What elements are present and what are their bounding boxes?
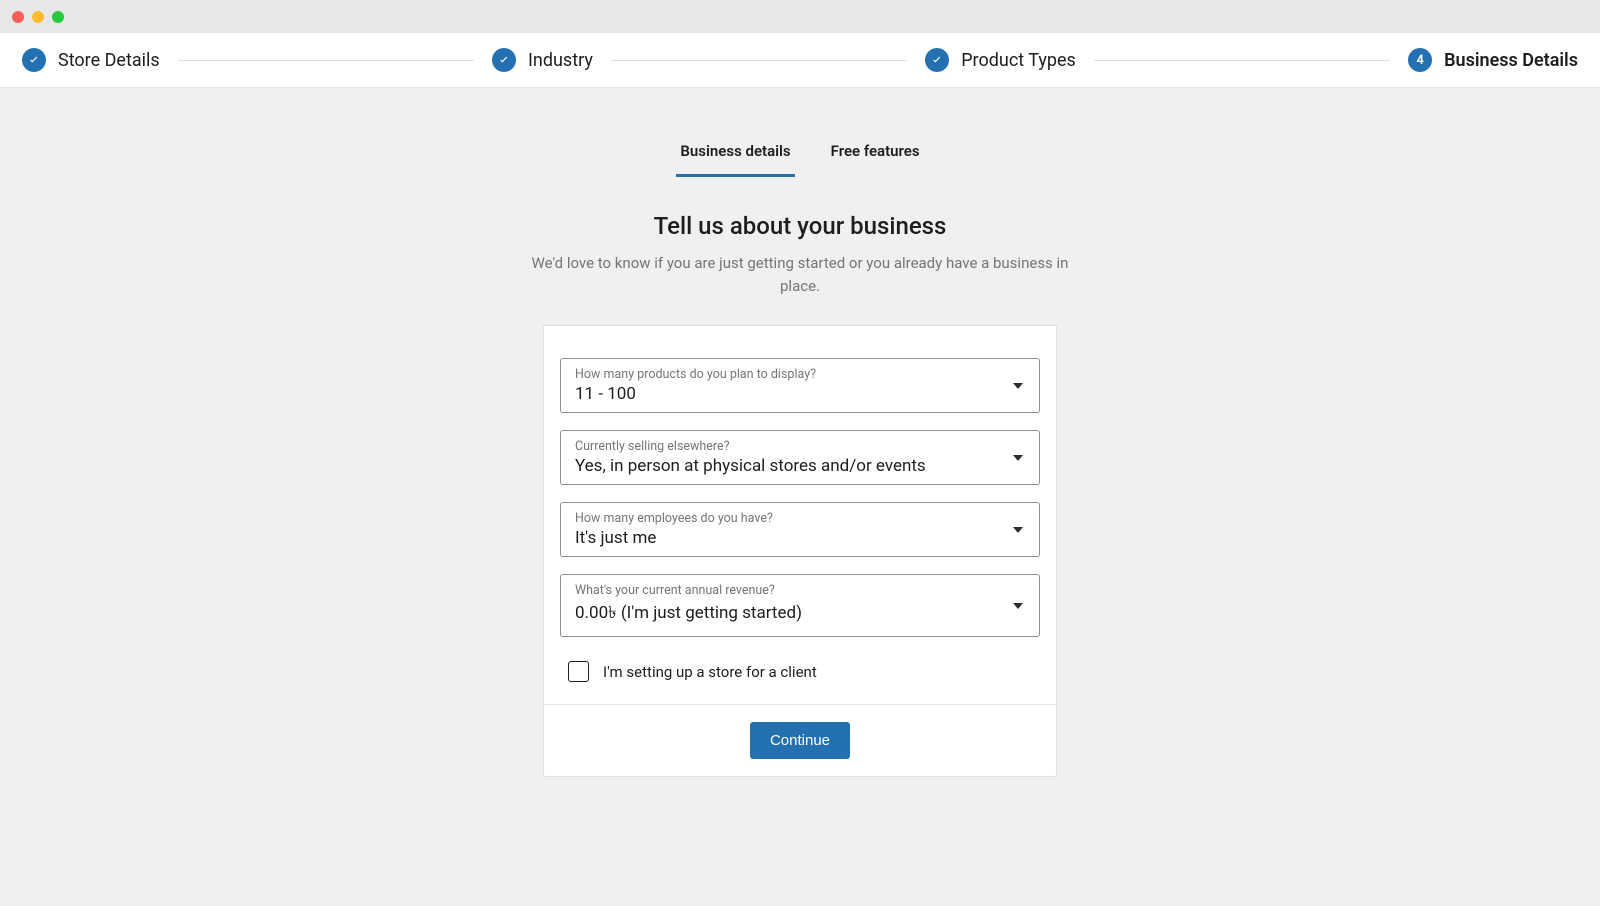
field-value: 0.00৳ (I'm just getting started) bbox=[575, 603, 802, 623]
section-heading: Tell us about your business We'd love to… bbox=[520, 212, 1080, 297]
form-card-body: How many products do you plan to display… bbox=[544, 326, 1056, 704]
tab-free-features[interactable]: Free features bbox=[827, 136, 924, 177]
window-titlebar bbox=[0, 0, 1600, 33]
main-content: Business details Free features Tell us a… bbox=[0, 88, 1600, 897]
step-product-types[interactable]: Product Types bbox=[925, 48, 1076, 72]
step-label: Store Details bbox=[58, 50, 160, 71]
continue-button[interactable]: Continue bbox=[750, 722, 850, 759]
step-divider bbox=[611, 60, 907, 61]
step-industry[interactable]: Industry bbox=[492, 48, 593, 72]
step-store-details[interactable]: Store Details bbox=[22, 48, 160, 72]
field-value: Yes, in person at physical stores and/or… bbox=[575, 456, 926, 476]
employees-select[interactable]: How many employees do you have? It's jus… bbox=[560, 502, 1040, 557]
close-window-icon[interactable] bbox=[12, 11, 24, 23]
field-label: How many employees do you have? bbox=[575, 511, 1025, 526]
chevron-down-icon bbox=[1013, 527, 1023, 533]
step-label: Business Details bbox=[1444, 50, 1578, 71]
inner-tabs: Business details Free features bbox=[676, 136, 923, 178]
checkbox-icon[interactable] bbox=[568, 661, 589, 682]
step-label: Product Types bbox=[961, 50, 1076, 71]
page-subtitle: We'd love to know if you are just gettin… bbox=[520, 252, 1080, 297]
client-store-checkbox-row[interactable]: I'm setting up a store for a client bbox=[560, 647, 1040, 682]
page-title: Tell us about your business bbox=[520, 212, 1080, 240]
selling-elsewhere-select[interactable]: Currently selling elsewhere? Yes, in per… bbox=[560, 430, 1040, 485]
checkmark-icon bbox=[22, 48, 46, 72]
form-card: How many products do you plan to display… bbox=[543, 325, 1057, 777]
setup-stepper: Store Details Industry Product Types 4 B… bbox=[0, 33, 1600, 88]
step-number-icon: 4 bbox=[1408, 48, 1432, 72]
checkmark-icon bbox=[925, 48, 949, 72]
field-value: 11 - 100 bbox=[575, 384, 636, 404]
checkmark-icon bbox=[492, 48, 516, 72]
products-select[interactable]: How many products do you plan to display… bbox=[560, 358, 1040, 413]
checkbox-label: I'm setting up a store for a client bbox=[603, 663, 817, 681]
field-value: It's just me bbox=[575, 528, 656, 548]
tab-business-details[interactable]: Business details bbox=[676, 136, 794, 177]
field-label: How many products do you plan to display… bbox=[575, 367, 1025, 382]
form-card-footer: Continue bbox=[544, 704, 1056, 776]
chevron-down-icon bbox=[1013, 603, 1023, 609]
minimize-window-icon[interactable] bbox=[32, 11, 44, 23]
field-label: Currently selling elsewhere? bbox=[575, 439, 1025, 454]
field-label: What's your current annual revenue? bbox=[575, 583, 1025, 598]
step-label: Industry bbox=[528, 50, 593, 71]
step-business-details[interactable]: 4 Business Details bbox=[1408, 48, 1578, 72]
chevron-down-icon bbox=[1013, 383, 1023, 389]
step-divider bbox=[178, 60, 474, 61]
chevron-down-icon bbox=[1013, 455, 1023, 461]
maximize-window-icon[interactable] bbox=[52, 11, 64, 23]
step-divider bbox=[1094, 60, 1390, 61]
revenue-select[interactable]: What's your current annual revenue? 0.00… bbox=[560, 574, 1040, 637]
